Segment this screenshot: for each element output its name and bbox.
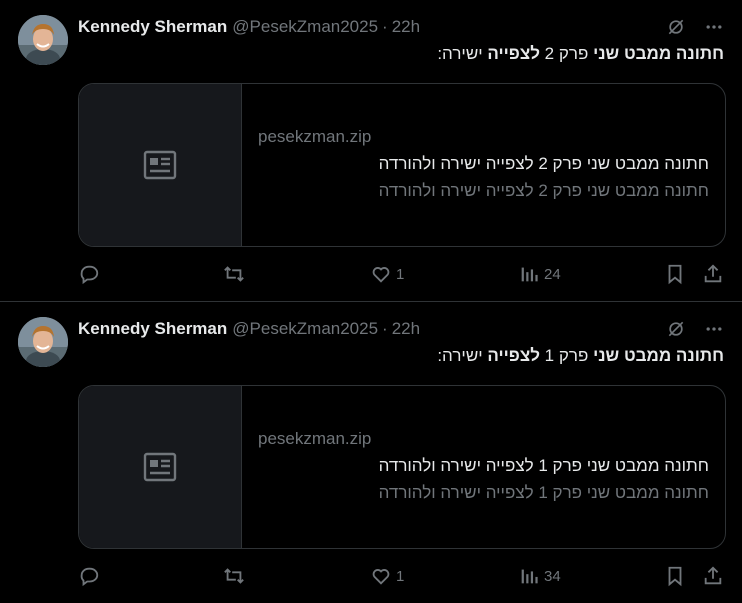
- reply-button[interactable]: [78, 563, 104, 589]
- retweet-icon: [224, 568, 244, 584]
- share-button[interactable]: [702, 563, 724, 589]
- reply-icon: [80, 265, 99, 285]
- bookmark-button[interactable]: [664, 563, 686, 589]
- card-title: חתונה ממבט שני פרק 2 לצפייה ישירה ולהורד…: [378, 154, 709, 173]
- tweet-text-bold: לצפייה: [487, 346, 540, 365]
- tweet-text-bold: חתונה ממבט שני: [593, 44, 724, 63]
- author-name[interactable]: Kennedy Sherman: [78, 17, 227, 37]
- author-name[interactable]: Kennedy Sherman: [78, 319, 227, 339]
- card-description: חתונה ממבט שני פרק 1 לצפייה ישירה ולהורד…: [378, 483, 709, 502]
- tweet-header: Kennedy Sherman @PesekZman2025 · 22h: [78, 318, 420, 340]
- tweet-text: חתונה ממבט שני פרק 2 לצפייה ישירה:: [437, 44, 724, 64]
- tweet-text: חתונה ממבט שני פרק 1 לצפייה ישירה:: [437, 346, 724, 366]
- views-icon: [521, 267, 538, 282]
- like-button[interactable]: 1: [370, 563, 404, 589]
- timestamp[interactable]: 22h: [392, 17, 420, 37]
- views-button[interactable]: 34: [518, 563, 561, 589]
- card-domain: pesekzman.zip: [258, 127, 372, 146]
- tweet-top-icons: [664, 15, 726, 39]
- separator: ·: [382, 17, 388, 36]
- grok-icon[interactable]: [664, 317, 688, 341]
- more-icon[interactable]: [702, 15, 726, 39]
- bookmark-icon: [668, 566, 682, 587]
- share-icon: [704, 264, 722, 283]
- tweet-text-bold: לצפייה: [487, 44, 540, 63]
- tweet-header: Kennedy Sherman @PesekZman2025 · 22h: [78, 16, 420, 38]
- card-thumbnail[interactable]: [79, 386, 242, 548]
- tweet-text-part: ישירה:: [437, 44, 488, 63]
- tweet-text-bold: חתונה ממבט שני: [593, 346, 724, 365]
- author-handle[interactable]: @PesekZman2025: [232, 17, 378, 37]
- separator: ·: [382, 319, 388, 338]
- article-icon: [143, 150, 177, 180]
- avatar[interactable]: [18, 15, 68, 65]
- heart-icon: [372, 267, 390, 283]
- tweet-text-part: פרק 2: [539, 44, 594, 63]
- tweet[interactable]: Kennedy Sherman @PesekZman2025 · 22h חתו…: [0, 302, 742, 603]
- share-icon: [704, 566, 722, 585]
- like-count: 1: [396, 567, 405, 585]
- view-count: 34: [544, 567, 561, 585]
- article-icon: [143, 452, 177, 482]
- timestamp[interactable]: 22h: [392, 319, 420, 339]
- heart-icon: [372, 569, 390, 585]
- tweet-text-part: פרק 1: [539, 346, 594, 365]
- tweet-text-part: ישירה:: [437, 346, 488, 365]
- bookmark-icon: [668, 264, 682, 285]
- view-count: 24: [544, 265, 561, 283]
- retweet-button[interactable]: [222, 261, 250, 287]
- card-thumbnail[interactable]: [79, 84, 242, 246]
- link-card[interactable]: pesekzman.zip חתונה ממבט שני פרק 2 לצפיי…: [78, 83, 726, 247]
- like-button[interactable]: 1: [370, 261, 404, 287]
- timeline-feed: Kennedy Sherman @PesekZman2025 · 22h חתו…: [0, 0, 742, 603]
- views-button[interactable]: 24: [518, 261, 561, 287]
- retweet-button[interactable]: [222, 563, 250, 589]
- reply-icon: [80, 567, 99, 587]
- grok-icon[interactable]: [664, 15, 688, 39]
- card-title: חתונה ממבט שני פרק 1 לצפייה ישירה ולהורד…: [378, 456, 709, 475]
- reply-button[interactable]: [78, 261, 104, 287]
- share-button[interactable]: [702, 261, 724, 287]
- more-icon[interactable]: [702, 317, 726, 341]
- card-domain: pesekzman.zip: [258, 429, 372, 448]
- author-handle[interactable]: @PesekZman2025: [232, 319, 378, 339]
- card-description: חתונה ממבט שני פרק 2 לצפייה ישירה ולהורד…: [378, 181, 709, 200]
- link-card[interactable]: pesekzman.zip חתונה ממבט שני פרק 1 לצפיי…: [78, 385, 726, 549]
- like-count: 1: [396, 265, 405, 283]
- tweet[interactable]: Kennedy Sherman @PesekZman2025 · 22h חתו…: [0, 0, 742, 302]
- tweet-actions: 1 34: [78, 563, 728, 589]
- bookmark-button[interactable]: [664, 261, 686, 287]
- avatar[interactable]: [18, 317, 68, 367]
- card-body[interactable]: pesekzman.zip חתונה ממבט שני פרק 1 לצפיי…: [242, 386, 725, 548]
- retweet-icon: [224, 266, 244, 282]
- tweet-top-icons: [664, 317, 726, 341]
- card-body[interactable]: pesekzman.zip חתונה ממבט שני פרק 2 לצפיי…: [242, 84, 725, 246]
- views-icon: [521, 569, 538, 584]
- tweet-actions: 1 24: [78, 261, 728, 287]
